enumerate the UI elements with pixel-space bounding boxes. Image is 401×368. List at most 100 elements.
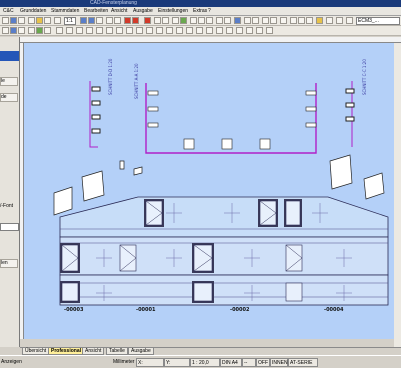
line-icon[interactable] xyxy=(106,17,113,24)
save-icon[interactable] xyxy=(18,17,25,24)
slide-icon[interactable] xyxy=(246,27,253,34)
split-h-icon[interactable] xyxy=(126,27,133,34)
snap-icon[interactable] xyxy=(162,17,169,24)
left-panel: le de /-Font len xyxy=(0,37,20,347)
fitting-icon[interactable] xyxy=(106,27,113,34)
profile-icon[interactable] xyxy=(298,17,305,24)
angle-icon[interactable] xyxy=(166,27,173,34)
panel-select[interactable] xyxy=(0,223,19,231)
cross-icon[interactable] xyxy=(206,27,213,34)
tab-ansicht[interactable]: Ansicht xyxy=(82,348,105,355)
turn-icon[interactable] xyxy=(226,27,233,34)
align-center-icon[interactable] xyxy=(198,17,205,24)
menu-bar: C&C Grunddaten Stammdaten Bearbeiten Ans… xyxy=(0,7,401,16)
pan-icon[interactable] xyxy=(96,17,103,24)
select-icon[interactable] xyxy=(234,17,241,24)
transom-icon[interactable] xyxy=(76,27,83,34)
menu-cc[interactable]: C&C xyxy=(3,8,14,14)
measure-icon[interactable] xyxy=(154,17,161,24)
door-leaf-icon[interactable] xyxy=(266,27,273,34)
pos-label-3: -00002 xyxy=(230,307,250,313)
round-icon[interactable] xyxy=(156,27,163,34)
fixed-icon[interactable] xyxy=(256,27,263,34)
arch-icon[interactable] xyxy=(146,27,153,34)
panel-button-3[interactable]: len xyxy=(0,259,18,268)
open-icon[interactable] xyxy=(10,17,17,24)
new-icon[interactable] xyxy=(2,17,9,24)
copy-icon[interactable] xyxy=(36,17,43,24)
paste-icon[interactable] xyxy=(44,17,51,24)
eye-icon[interactable] xyxy=(326,17,333,24)
bar-icon[interactable] xyxy=(196,27,203,34)
opening-icon[interactable] xyxy=(216,27,223,34)
panel-button-2[interactable]: de xyxy=(0,93,18,102)
menu-ansicht[interactable]: Ansicht xyxy=(111,8,127,14)
rect-icon[interactable] xyxy=(114,17,121,24)
glass-icon[interactable] xyxy=(96,27,103,34)
hatch-icon[interactable] xyxy=(244,17,251,24)
menu-extras[interactable]: Extras xyxy=(193,8,207,14)
tab-ausgabe[interactable]: Ausgabe xyxy=(128,348,154,355)
text-icon[interactable] xyxy=(54,17,61,24)
facade xyxy=(59,196,389,306)
layer-combo[interactable]: ECM3_... xyxy=(356,17,400,25)
tab-tabelle[interactable]: Tabelle xyxy=(106,348,128,355)
tab-uebersicht[interactable]: Übersicht xyxy=(22,348,50,355)
undo-icon[interactable] xyxy=(124,17,131,24)
properties-icon[interactable] xyxy=(280,17,287,24)
color-icon[interactable] xyxy=(346,17,353,24)
status-innen: INNEN xyxy=(270,358,288,367)
arrow-icon[interactable] xyxy=(2,27,9,34)
print-icon[interactable] xyxy=(28,17,35,24)
section-icon[interactable] xyxy=(306,17,313,24)
pointer-icon[interactable] xyxy=(10,27,17,34)
tilt-icon[interactable] xyxy=(236,27,243,34)
status-snap: -- xyxy=(242,358,256,367)
grid-split-icon[interactable] xyxy=(136,27,143,34)
mirror-icon[interactable] xyxy=(216,17,223,24)
align-left-icon[interactable] xyxy=(190,17,197,24)
door-icon[interactable] xyxy=(270,17,277,24)
menu-ausgabe[interactable]: Ausgabe xyxy=(133,8,153,14)
drawing-canvas[interactable]: SCHNITT D-D 1:20 SCHNITT A-A 1:20 SCHNIT… xyxy=(24,43,401,339)
corner-icon[interactable] xyxy=(28,27,35,34)
menu-grunddaten[interactable]: Grunddaten xyxy=(20,8,46,14)
align-right-icon[interactable] xyxy=(206,17,213,24)
dimension-icon[interactable] xyxy=(252,17,259,24)
pos-label-2: -00001 xyxy=(136,307,156,313)
extension-icon[interactable] xyxy=(186,27,193,34)
status-serie: AT-SERIE xyxy=(288,358,318,367)
menu-einstellungen[interactable]: Einstellungen xyxy=(158,8,188,14)
grid-icon[interactable] xyxy=(172,17,179,24)
frame-icon[interactable] xyxy=(56,27,63,34)
zoom-combo[interactable]: 1:1 xyxy=(64,17,76,25)
coupling-icon[interactable] xyxy=(176,27,183,34)
sash-icon[interactable] xyxy=(66,27,73,34)
vertical-scrollbar[interactable] xyxy=(394,43,401,347)
panel-button-1[interactable]: le xyxy=(0,77,18,86)
tab-professional[interactable]: Professional xyxy=(48,348,85,355)
menu-stammdaten[interactable]: Stammdaten xyxy=(51,8,79,14)
triangle-icon[interactable] xyxy=(36,27,43,34)
lock-icon[interactable] xyxy=(336,17,343,24)
zoom-in-icon[interactable] xyxy=(80,17,87,24)
bulb-icon[interactable] xyxy=(316,17,323,24)
hand-icon[interactable] xyxy=(18,27,25,34)
mullion-icon[interactable] xyxy=(86,27,93,34)
window-icon[interactable] xyxy=(262,17,269,24)
section-mid-label: SCHNITT A-A 1:20 xyxy=(134,63,139,99)
home-icon[interactable] xyxy=(44,27,51,34)
delete-icon[interactable] xyxy=(144,17,151,24)
status-bar: Anzeigen Millimeter X: Y: 1 : 20,0 DIN A… xyxy=(0,355,401,368)
stairs-icon[interactable] xyxy=(290,17,297,24)
layer-icon[interactable] xyxy=(180,17,187,24)
status-scale: 1 : 20,0 xyxy=(190,358,220,367)
section-mid xyxy=(145,83,317,154)
menu-bearbeiten[interactable]: Bearbeiten xyxy=(84,8,108,14)
redo-icon[interactable] xyxy=(132,17,139,24)
rotate-icon[interactable] xyxy=(224,17,231,24)
menu-help[interactable]: ? xyxy=(208,8,211,14)
split-v-icon[interactable] xyxy=(116,27,123,34)
window-title: CAD-Fensterplanung xyxy=(90,0,137,6)
zoom-out-icon[interactable] xyxy=(88,17,95,24)
